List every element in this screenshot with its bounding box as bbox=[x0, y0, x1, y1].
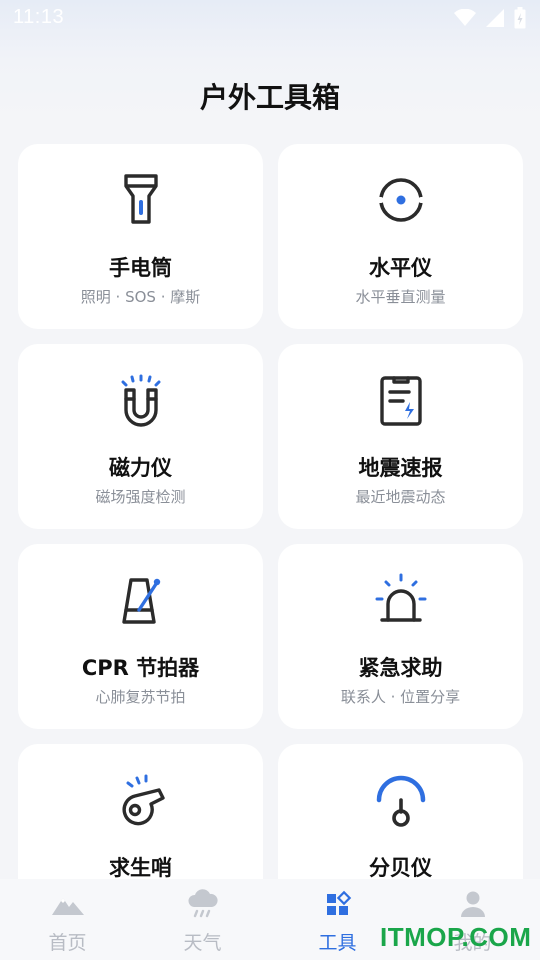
status-icons bbox=[454, 6, 526, 30]
watermark: ITMOP.COM bbox=[380, 922, 532, 952]
level-icon bbox=[372, 172, 429, 228]
tool-card-cpr-metronome[interactable]: CPR 节拍器 心肺复苏节拍 bbox=[18, 544, 263, 729]
tool-title: 磁力仪 bbox=[109, 456, 172, 480]
tool-subtitle: 水平垂直测量 bbox=[355, 288, 446, 306]
flashlight-icon bbox=[113, 172, 169, 228]
tool-subtitle: 联系人 · 位置分享 bbox=[340, 688, 461, 706]
tool-title: 地震速报 bbox=[358, 456, 443, 480]
tool-subtitle: 心肺复苏节拍 bbox=[95, 688, 186, 706]
battery-icon bbox=[514, 7, 526, 29]
tool-card-magnetometer[interactable]: 磁力仪 磁场强度检测 bbox=[18, 344, 263, 529]
metronome-icon bbox=[113, 572, 169, 628]
status-bar: 11:13 bbox=[0, 0, 540, 36]
nav-tab-home[interactable]: 首页 bbox=[0, 879, 135, 960]
nav-label: 首页 bbox=[48, 932, 87, 954]
signal-icon bbox=[486, 9, 504, 27]
magnet-icon bbox=[113, 372, 169, 428]
user-icon bbox=[456, 889, 490, 919]
status-time: 11:13 bbox=[13, 6, 65, 28]
cloud-rain-icon bbox=[186, 889, 220, 919]
decibel-gauge-icon bbox=[373, 772, 429, 828]
tool-title: 紧急求助 bbox=[358, 656, 443, 680]
tool-card-earthquake[interactable]: 地震速报 最近地震动态 bbox=[278, 344, 523, 529]
wifi-icon bbox=[454, 9, 476, 26]
tool-subtitle: 磁场强度检测 bbox=[95, 488, 186, 506]
siren-icon bbox=[373, 572, 429, 628]
page-title: 户外工具箱 bbox=[199, 81, 340, 114]
tool-subtitle: 照明 · SOS · 摩斯 bbox=[80, 288, 201, 306]
tool-title: 手电筒 bbox=[109, 256, 172, 280]
tools-grid-icon bbox=[321, 889, 355, 919]
tool-title: 分贝仪 bbox=[369, 856, 432, 880]
whistle-icon bbox=[113, 772, 169, 828]
mountain-icon bbox=[51, 889, 85, 919]
tool-title: 水平仪 bbox=[369, 256, 432, 280]
clipboard-bolt-icon bbox=[373, 372, 429, 428]
tool-card-level[interactable]: 水平仪 水平垂直测量 bbox=[278, 144, 523, 329]
tool-card-emergency[interactable]: 紧急求助 联系人 · 位置分享 bbox=[278, 544, 523, 729]
tool-title: CPR 节拍器 bbox=[81, 656, 200, 680]
nav-label: 天气 bbox=[183, 932, 222, 954]
nav-tab-weather[interactable]: 天气 bbox=[135, 879, 270, 960]
tool-card-flashlight[interactable]: 手电筒 照明 · SOS · 摩斯 bbox=[18, 144, 263, 329]
tool-subtitle: 最近地震动态 bbox=[355, 488, 446, 506]
tool-title: 求生哨 bbox=[109, 856, 172, 880]
